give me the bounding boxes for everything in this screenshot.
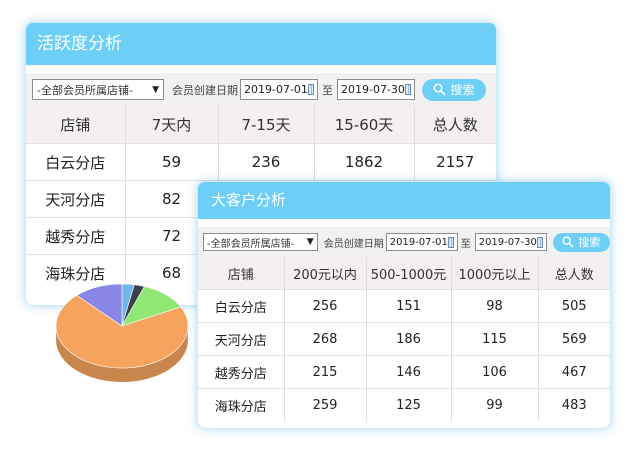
store-select[interactable]: -全部会员所属店铺- ▼ xyxy=(203,233,318,251)
table-cell: 483 xyxy=(538,388,610,421)
table-cell: 151 xyxy=(366,289,452,323)
pie-top xyxy=(55,283,189,369)
table-cell: 白云分店 xyxy=(26,143,126,181)
column-header: 总人数 xyxy=(414,106,496,144)
table-cell: 215 xyxy=(284,355,367,389)
search-label: 搜索 xyxy=(450,83,475,97)
to-label: 至 xyxy=(322,83,333,97)
table-row: 越秀分店 215 146 106 467 xyxy=(198,355,610,389)
store-select-value: -全部会员所属店铺- xyxy=(37,83,133,97)
column-header: 15-60天 xyxy=(314,106,415,144)
end-date-input[interactable]: 2019-07-30 xyxy=(474,233,547,251)
search-button[interactable]: 搜索 xyxy=(422,78,486,101)
big-customer-title: 大客户分析 xyxy=(198,182,610,219)
table-cell: 115 xyxy=(451,322,539,356)
table-cell: 白云分店 xyxy=(198,289,285,323)
start-date-input[interactable]: 2019-07-01 xyxy=(385,233,458,251)
table-cell: 268 xyxy=(284,322,367,356)
chevron-down-icon: ▼ xyxy=(306,237,314,247)
table-cell: 1862 xyxy=(314,143,415,181)
column-header: 1000元以上 xyxy=(451,257,539,290)
table-cell: 99 xyxy=(451,388,539,421)
table-cell: 186 xyxy=(366,322,452,356)
column-header: 7-15天 xyxy=(218,106,315,144)
start-date-value: 2019-07-01 xyxy=(244,83,308,96)
table-cell: 59 xyxy=(125,143,219,181)
table-cell: 海珠分店 xyxy=(198,388,285,421)
search-icon xyxy=(433,83,447,96)
start-date-value: 2019-07-01 xyxy=(389,236,448,248)
table-cell: 天河分店 xyxy=(198,322,285,356)
table-cell: 越秀分店 xyxy=(198,355,285,389)
column-header: 200元以内 xyxy=(284,257,367,290)
table-cell: 467 xyxy=(538,355,610,389)
column-header: 总人数 xyxy=(538,257,610,290)
table-cell: 259 xyxy=(284,388,367,421)
activity-title: 活跃度分析 xyxy=(26,23,496,65)
end-date-value: 2019-07-30 xyxy=(478,236,537,248)
table-cell: 越秀分店 xyxy=(26,217,126,255)
store-select[interactable]: -全部会员所属店铺- ▼ xyxy=(32,79,164,100)
column-header: 7天内 xyxy=(125,106,219,144)
calendar-icon[interactable] xyxy=(307,84,314,95)
search-icon xyxy=(562,236,574,248)
created-date-label: 会员创建日期 xyxy=(172,83,238,97)
table-row: 天河分店 268 186 115 569 xyxy=(198,322,610,356)
store-select-value: -全部会员所属店铺- xyxy=(207,238,295,250)
activity-filter-bar: -全部会员所属店铺- ▼ 会员创建日期 2019-07-01 至 2019-07… xyxy=(26,73,496,106)
column-header: 店铺 xyxy=(26,106,126,144)
table-cell: 569 xyxy=(538,322,610,356)
big-customer-filter-bar: -全部会员所属店铺- ▼ 会员创建日期 2019-07-01 至 2019-07… xyxy=(198,227,610,257)
calendar-icon[interactable] xyxy=(447,236,454,248)
table-row: 白云分店 59 236 1862 2157 xyxy=(26,143,496,181)
table-header-row: 店铺 7天内 7-15天 15-60天 总人数 xyxy=(26,106,496,144)
calendar-icon[interactable] xyxy=(404,84,411,95)
table-cell: 2157 xyxy=(414,143,496,181)
search-label: 搜索 xyxy=(578,236,601,249)
end-date-input[interactable]: 2019-07-30 xyxy=(337,79,415,100)
table-cell: 98 xyxy=(451,289,539,323)
start-date-input[interactable]: 2019-07-01 xyxy=(240,79,318,100)
big-customer-table: 店铺 200元以内 500-1000元 1000元以上 总人数 白云分店 256… xyxy=(198,257,610,421)
big-customer-analysis-panel: 大客户分析 -全部会员所属店铺- ▼ 会员创建日期 2019-07-01 至 2… xyxy=(197,181,611,429)
table-cell: 天河分店 xyxy=(26,180,126,218)
end-date-value: 2019-07-30 xyxy=(341,83,405,96)
table-cell: 505 xyxy=(538,289,610,323)
column-header: 500-1000元 xyxy=(366,257,452,290)
table-cell: 125 xyxy=(366,388,452,421)
chevron-down-icon: ▼ xyxy=(152,84,159,95)
table-header-row: 店铺 200元以内 500-1000元 1000元以上 总人数 xyxy=(198,257,610,290)
calendar-icon[interactable] xyxy=(536,236,543,248)
table-row: 白云分店 256 151 98 505 xyxy=(198,289,610,323)
to-label: 至 xyxy=(460,238,471,250)
table-cell: 236 xyxy=(218,143,315,181)
table-cell: 106 xyxy=(451,355,539,389)
table-cell: 256 xyxy=(284,289,367,323)
table-cell: 146 xyxy=(366,355,452,389)
search-button[interactable]: 搜索 xyxy=(552,232,610,252)
created-date-label: 会员创建日期 xyxy=(323,238,384,250)
table-row: 海珠分店 259 125 99 483 xyxy=(198,388,610,421)
column-header: 店铺 xyxy=(198,257,285,290)
pie-chart-graphic xyxy=(55,283,189,382)
